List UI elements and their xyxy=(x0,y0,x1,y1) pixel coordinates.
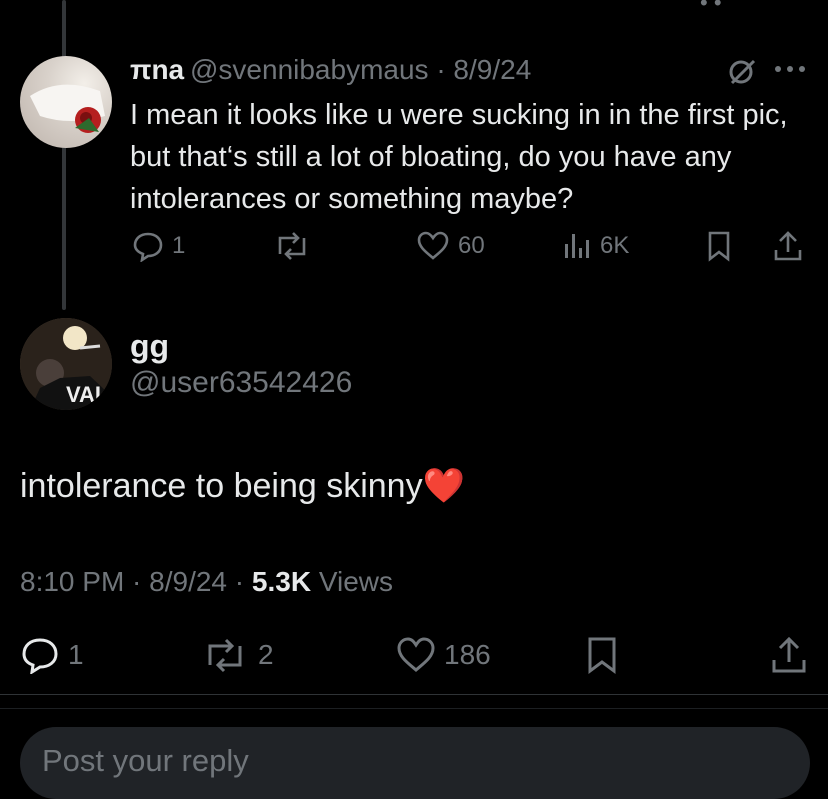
reply-button[interactable]: 1 xyxy=(20,636,84,674)
bookmark-icon[interactable] xyxy=(586,636,618,674)
repost-count: 2 xyxy=(258,639,274,670)
post-text-content: intolerance to being skinny xyxy=(20,467,423,505)
post-meta: 8:10 PM · 8/9/24 · 5.3K Views xyxy=(20,566,393,598)
more-icon[interactable] xyxy=(774,64,806,74)
reply-count: 1 xyxy=(68,639,84,670)
repost-button[interactable] xyxy=(272,230,312,262)
avatar[interactable] xyxy=(20,56,112,148)
views-button[interactable]: 6K xyxy=(562,230,629,262)
views-count: 6K xyxy=(600,232,630,259)
views-label: Views xyxy=(311,566,394,597)
display-name[interactable]: πna xyxy=(130,54,184,86)
divider xyxy=(0,708,828,709)
handle[interactable]: @user63542426 xyxy=(130,366,352,400)
share-icon[interactable] xyxy=(772,230,804,262)
heart-icon xyxy=(416,230,450,262)
views-count[interactable]: 5.3K xyxy=(252,566,311,597)
views-icon xyxy=(562,230,592,262)
repost-button[interactable]: 2 xyxy=(200,636,274,674)
comment-icon xyxy=(132,230,164,262)
more-icon[interactable]: • • xyxy=(700,0,722,16)
avatar[interactable]: VAL xyxy=(20,318,112,410)
share-icon[interactable] xyxy=(770,636,808,674)
retweet-icon xyxy=(200,636,250,674)
bookmark-icon[interactable] xyxy=(706,230,732,262)
display-name[interactable]: gg xyxy=(130,328,169,365)
svg-text:VAL: VAL xyxy=(66,382,108,407)
heart-emoji: ❤️ xyxy=(422,467,465,505)
like-button[interactable]: 60 xyxy=(416,230,485,262)
retweet-icon xyxy=(272,230,312,262)
reply-text: I mean it looks like u were sucking in i… xyxy=(130,99,788,215)
like-count: 60 xyxy=(458,232,485,259)
reply-placeholder: Post your reply xyxy=(42,743,249,778)
reply-count: 1 xyxy=(172,232,186,259)
thread-line xyxy=(62,0,66,310)
post-text: intolerance to being skinny❤️ xyxy=(20,466,465,506)
reply-button[interactable]: 1 xyxy=(132,230,185,262)
heart-icon xyxy=(396,636,436,674)
comment-icon xyxy=(20,636,60,674)
like-button[interactable]: 186 xyxy=(396,636,491,674)
handle-date[interactable]: @svennibabymaus · 8/9/24 xyxy=(190,54,531,86)
post-time: 8:10 PM · 8/9/24 · xyxy=(20,566,252,597)
grok-icon[interactable] xyxy=(726,56,758,88)
divider xyxy=(0,694,828,695)
like-count: 186 xyxy=(444,639,491,670)
